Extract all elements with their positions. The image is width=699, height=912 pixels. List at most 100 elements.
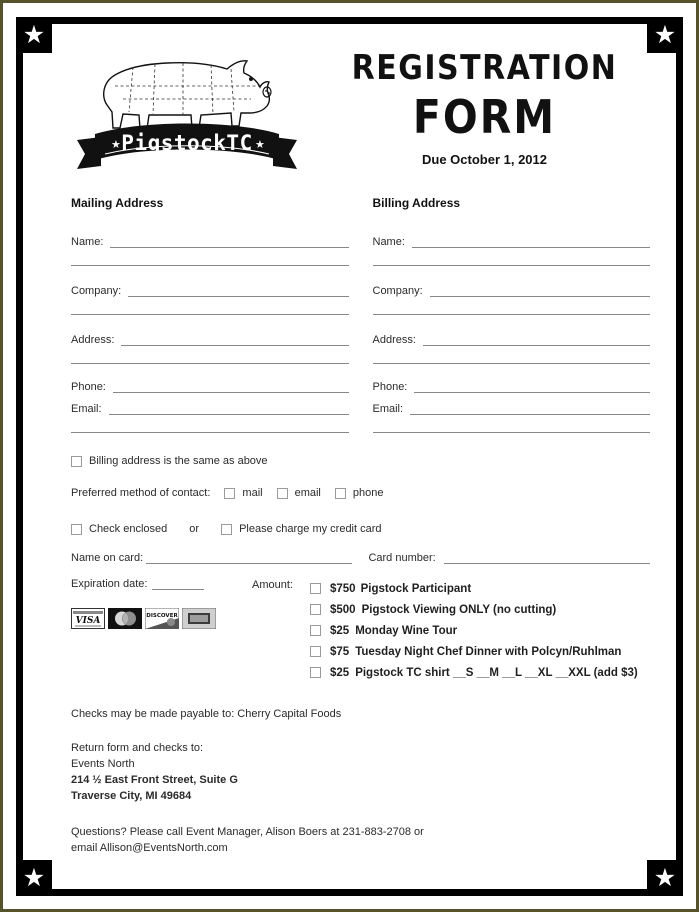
billing-company-label: Company: <box>372 285 423 297</box>
pigstock-logo: PigstockTC ★ ★ <box>71 38 313 174</box>
return-city-state-zip: Traverse City, MI 49684 <box>71 789 192 802</box>
questions-line-2: email Allison@EventsNorth.com <box>71 841 228 854</box>
contact-email-checkbox[interactable] <box>276 487 288 499</box>
amount-option-checkbox[interactable] <box>310 625 321 636</box>
expiration-date-field[interactable]: Expiration date: <box>71 578 252 590</box>
check-enclosed-checkbox[interactable] <box>71 523 82 535</box>
expiration-date-label: Expiration date: <box>71 578 148 590</box>
expiration-and-amount-area: Expiration date: VISA DISCOVER Amount: $… <box>71 578 650 683</box>
amount-option-checkbox[interactable] <box>310 646 321 657</box>
mastercard-logo-icon <box>108 608 142 629</box>
billing-phone-field[interactable]: Phone: <box>372 376 650 393</box>
contact-option-email[interactable]: email <box>276 487 321 499</box>
check-enclosed-label: Check enclosed <box>89 523 168 535</box>
mailing-name-label: Name: <box>71 236 104 248</box>
svg-text:DISCOVER: DISCOVER <box>146 613 178 619</box>
address-columns: Mailing Address Name: Company: Address: … <box>71 196 650 433</box>
mailing-phone-input[interactable] <box>112 381 349 393</box>
card-number-input[interactable] <box>443 552 651 564</box>
billing-same-as-above-row[interactable]: Billing address is the same as above <box>71 455 650 467</box>
amount-option-checkbox[interactable] <box>310 604 321 615</box>
mailing-company-input[interactable] <box>128 285 349 297</box>
return-organization: Events North <box>71 757 135 770</box>
return-address-block: Return form and checks to: Events North … <box>71 741 650 805</box>
billing-address-field[interactable]: Address: <box>372 329 650 346</box>
star-icon: ★ <box>653 21 677 49</box>
mailing-company-field[interactable]: Company: <box>71 280 349 297</box>
mailing-name-field[interactable]: Name: <box>71 231 349 248</box>
registration-form-page: ★ ★ ★ ★ PigstockTC ★ ★ REGISTRATION FORM… <box>0 0 699 912</box>
amount-option-description: Tuesday Night Chef Dinner with Polcyn/Ru… <box>355 645 622 658</box>
card-number-label: Card number: <box>368 552 436 564</box>
amount-option-row[interactable]: $500 Pigstock Viewing ONLY (no cutting) <box>310 599 650 620</box>
preferred-contact-row: Preferred method of contact: mail email … <box>71 487 650 499</box>
expiration-date-input[interactable] <box>152 578 205 590</box>
billing-email-field[interactable]: Email: <box>373 398 650 415</box>
amount-option-row[interactable]: $25 Pigstock TC shirt __S __M __L __XL _… <box>310 662 650 683</box>
logo-wordmark: PigstockTC <box>121 131 252 155</box>
form-content: PigstockTC ★ ★ REGISTRATION FORM Due Oct… <box>23 24 676 889</box>
amount-option-checkbox[interactable] <box>310 667 321 678</box>
payment-method-row: Check enclosed or Please charge my credi… <box>71 523 650 535</box>
return-heading: Return form and checks to: <box>71 741 204 754</box>
mailing-name-input[interactable] <box>110 236 349 248</box>
card-details-row: Name on card: Card number: <box>71 552 651 564</box>
billing-company-field[interactable]: Company: <box>372 280 650 297</box>
star-icon: ★ <box>22 21 46 49</box>
form-header: PigstockTC ★ ★ REGISTRATION FORM Due Oct… <box>71 38 650 178</box>
amount-option-row[interactable]: $25 Monday Wine Tour <box>310 620 650 641</box>
mailing-address-input[interactable] <box>121 334 349 346</box>
logo-star-left-icon: ★ <box>111 138 121 151</box>
amount-option-price: $750 <box>330 582 356 595</box>
billing-email-continuation-line[interactable] <box>372 431 650 433</box>
billing-same-label: Billing address is the same as above <box>89 455 268 467</box>
page-title: REGISTRATION <box>351 48 618 88</box>
mailing-phone-label: Phone: <box>71 381 106 393</box>
mailing-address-column: Mailing Address Name: Company: Address: … <box>71 196 349 433</box>
name-on-card-label: Name on card: <box>71 552 144 564</box>
contact-mail-label: mail <box>242 487 263 499</box>
title-block: REGISTRATION FORM Due October 1, 2012 <box>313 38 650 167</box>
contact-option-mail[interactable]: mail <box>224 487 263 499</box>
contact-mail-checkbox[interactable] <box>224 487 236 499</box>
contact-phone-label: phone <box>352 487 384 499</box>
amount-option-row[interactable]: $75 Tuesday Night Chef Dinner with Polcy… <box>310 641 650 662</box>
mailing-address-field[interactable]: Address: <box>71 329 349 346</box>
billing-email-input[interactable] <box>410 403 650 415</box>
corner-star-bottom-right: ★ <box>647 860 683 896</box>
mailing-email-label: Email: <box>71 403 102 415</box>
preferred-contact-label: Preferred method of contact: <box>71 487 211 499</box>
charge-credit-card-checkbox[interactable] <box>221 523 233 535</box>
corner-star-bottom-left: ★ <box>16 860 52 896</box>
contact-option-phone[interactable]: phone <box>334 487 384 499</box>
billing-same-checkbox[interactable] <box>71 455 82 467</box>
mailing-email-field[interactable]: Email: <box>71 398 349 415</box>
pig-logo-graphic: PigstockTC ★ ★ <box>77 60 297 169</box>
charge-credit-card-label: Please charge my credit card <box>239 523 382 535</box>
billing-name-input[interactable] <box>411 236 650 248</box>
amount-option-price: $500 <box>330 603 356 616</box>
billing-name-field[interactable]: Name: <box>373 231 650 248</box>
billing-address-column: Billing Address Name: Company: Address: … <box>372 196 650 433</box>
billing-phone-input[interactable] <box>414 381 650 393</box>
billing-address-label: Address: <box>372 334 416 346</box>
questions-line-1: Questions? Please call Event Manager, Al… <box>71 825 424 838</box>
mailing-email-input[interactable] <box>108 403 349 415</box>
amount-option-price: $25 <box>330 666 350 679</box>
billing-address-input[interactable] <box>422 334 650 346</box>
page-title-second-line: FORM <box>412 90 557 145</box>
name-on-card-input[interactable] <box>146 552 353 564</box>
amount-label: Amount: <box>252 579 293 591</box>
billing-company-input[interactable] <box>429 285 650 297</box>
mailing-phone-field[interactable]: Phone: <box>71 376 349 393</box>
amount-option-price: $25 <box>330 624 350 637</box>
visa-logo-icon: VISA <box>71 608 105 629</box>
amount-option-row[interactable]: $750 Pigstock Participant <box>310 578 650 599</box>
contact-phone-checkbox[interactable] <box>334 487 346 499</box>
amount-option-price: $75 <box>330 645 350 658</box>
contact-email-label: email <box>294 487 321 499</box>
mailing-email-continuation-line[interactable] <box>71 431 349 433</box>
billing-phone-label: Phone: <box>372 381 408 393</box>
amount-option-checkbox[interactable] <box>310 583 321 594</box>
corner-star-top-left: ★ <box>16 17 52 53</box>
